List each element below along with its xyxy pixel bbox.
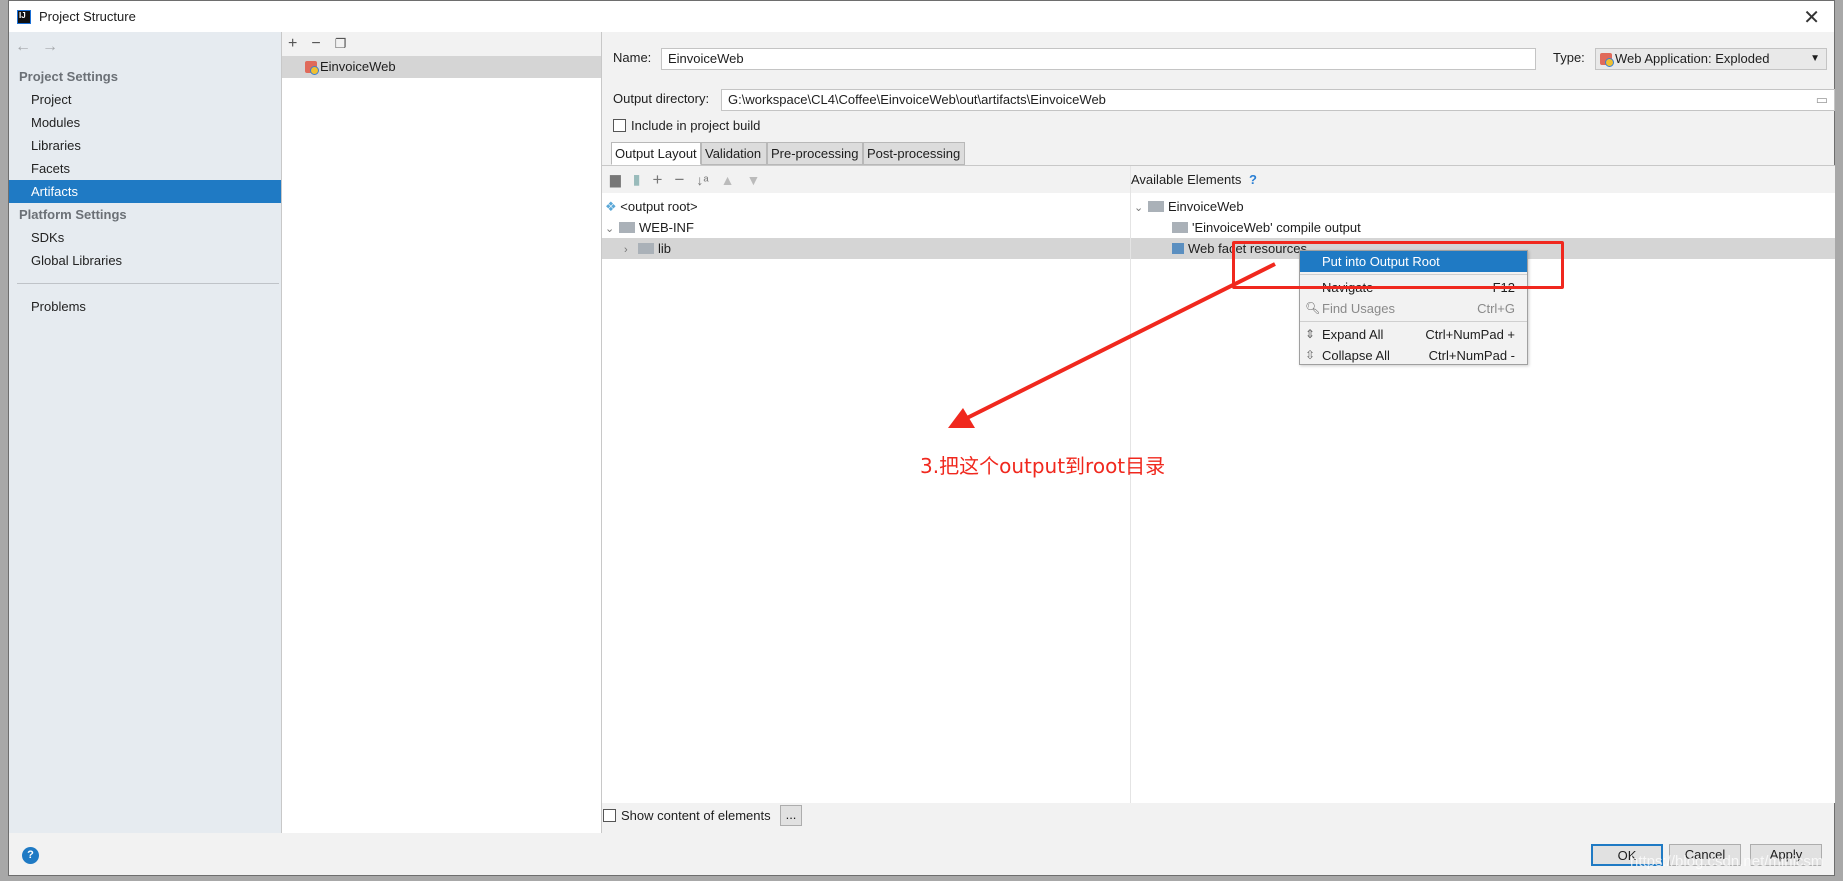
annotation-text: 3.把这个output到root目录 [920, 454, 1166, 478]
arrow-shaft [964, 262, 1276, 421]
annotation-arrow [948, 262, 1276, 428]
watermark: https://blog.csdn.net/minicsm [1630, 853, 1824, 870]
